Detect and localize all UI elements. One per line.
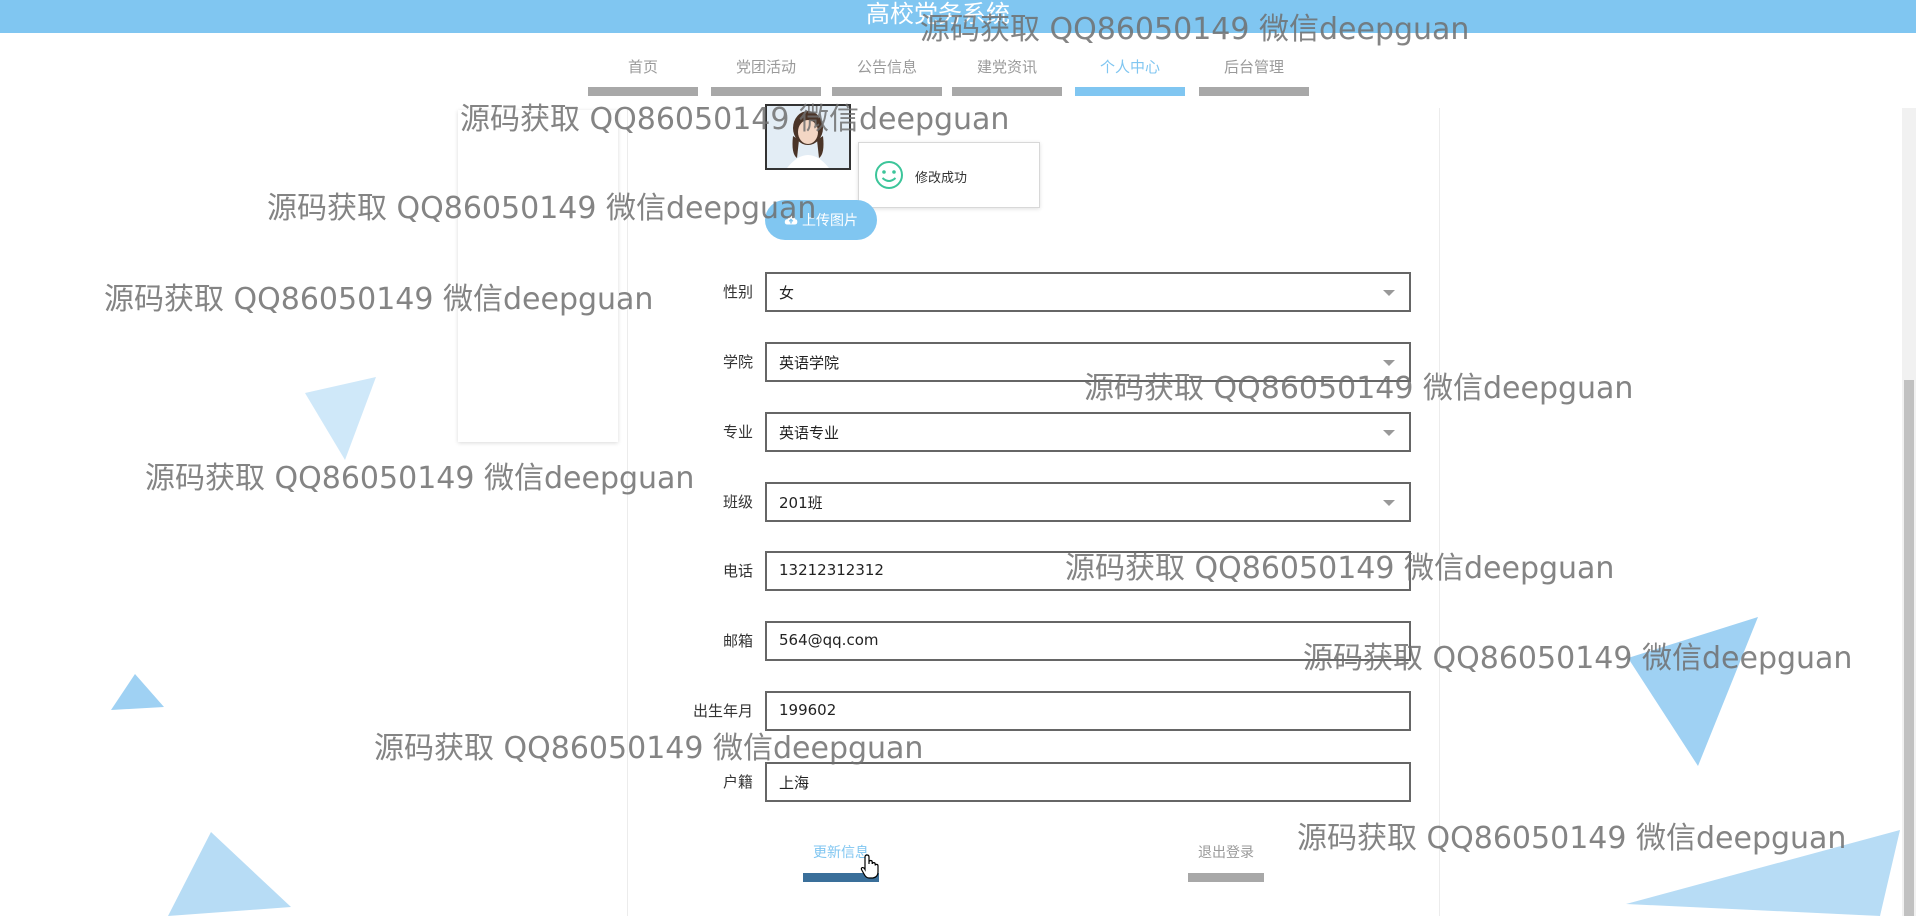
nav-item-bar: [952, 87, 1062, 96]
select-value: 201班: [779, 494, 823, 512]
deco-triangle: [111, 674, 164, 710]
main-nav: 首页 党团活动 公告信息 建党资讯 个人中心 后台管理: [0, 52, 1916, 98]
nav-item-personal-center[interactable]: 个人中心: [1075, 52, 1185, 96]
avatar-image: [767, 106, 849, 168]
field-label: 邮箱: [722, 632, 753, 650]
major-select[interactable]: 英语专业: [765, 412, 1411, 452]
nav-item-party-activities[interactable]: 党团活动: [711, 52, 821, 96]
chevron-down-icon: [1383, 360, 1395, 366]
email-input[interactable]: 564@qq.com: [765, 621, 1411, 661]
field-label: 性别: [722, 283, 753, 301]
input-value: 199602: [779, 701, 837, 719]
button-label: 退出登录: [1198, 845, 1254, 861]
select-value: 女: [779, 284, 795, 302]
chevron-down-icon: [1383, 500, 1395, 506]
college-select[interactable]: 英语学院: [765, 342, 1411, 382]
nav-item-home[interactable]: 首页: [588, 52, 698, 96]
button-bar: [1188, 873, 1264, 882]
deco-triangle: [305, 377, 376, 460]
gender-select[interactable]: 女: [765, 272, 1411, 312]
side-panel: [458, 110, 618, 442]
nav-item-label: 建党资讯: [976, 58, 1037, 76]
hometown-input[interactable]: 上海: [765, 762, 1411, 802]
chevron-down-icon: [1383, 430, 1395, 436]
smile-icon: [875, 161, 903, 189]
nav-item-bar: [588, 87, 698, 96]
top-banner: 高校党务系统: [0, 0, 1916, 33]
upload-button-label: 上传图片: [802, 213, 858, 229]
nav-item-label: 党团活动: [735, 58, 796, 76]
scrollbar-thumb[interactable]: [1904, 380, 1914, 916]
upload-image-button[interactable]: 上传图片: [765, 200, 877, 240]
nav-item-admin[interactable]: 后台管理: [1199, 52, 1309, 96]
nav-item-bar: [1075, 87, 1185, 96]
content-border-right: [1439, 108, 1440, 916]
class-select[interactable]: 201班: [765, 482, 1411, 522]
nav-item-label: 首页: [627, 58, 658, 76]
input-value: 564@qq.com: [779, 631, 879, 649]
site-title: 高校党务系统: [866, 0, 1010, 28]
avatar: [765, 104, 851, 170]
chevron-down-icon: [1383, 290, 1395, 296]
nav-item-label: 后台管理: [1223, 58, 1284, 76]
nav-item-label: 公告信息: [856, 58, 917, 76]
field-label: 班级: [722, 493, 753, 511]
field-label: 学院: [722, 353, 753, 371]
nav-item-announcements[interactable]: 公告信息: [832, 52, 942, 96]
nav-item-label: 个人中心: [1099, 58, 1160, 76]
hand-cursor-icon: [860, 854, 879, 879]
content-border-left: [627, 108, 628, 916]
deco-triangle: [1628, 617, 1758, 766]
toast-message: 修改成功: [915, 171, 968, 186]
input-value: 上海: [779, 774, 810, 792]
nav-item-bar: [832, 87, 942, 96]
nav-item-party-news[interactable]: 建党资讯: [952, 52, 1062, 96]
deco-triangle: [168, 832, 291, 916]
field-label: 出生年月: [692, 702, 753, 720]
nav-item-bar: [711, 87, 821, 96]
logout-button[interactable]: 退出登录: [1188, 836, 1264, 882]
field-label: 电话: [722, 562, 753, 580]
deco-triangle: [1626, 830, 1900, 916]
input-value: 13212312312: [779, 561, 884, 579]
nav-item-bar: [1199, 87, 1309, 96]
select-value: 英语学院: [779, 354, 840, 372]
select-value: 英语专业: [779, 424, 840, 442]
phone-input[interactable]: 13212312312: [765, 551, 1411, 591]
success-toast: 修改成功: [858, 142, 1040, 208]
field-label: 户籍: [722, 773, 753, 791]
birth-date-input[interactable]: 199602: [765, 691, 1411, 731]
cloud-upload-icon: [784, 215, 798, 225]
field-label: 专业: [722, 423, 753, 441]
